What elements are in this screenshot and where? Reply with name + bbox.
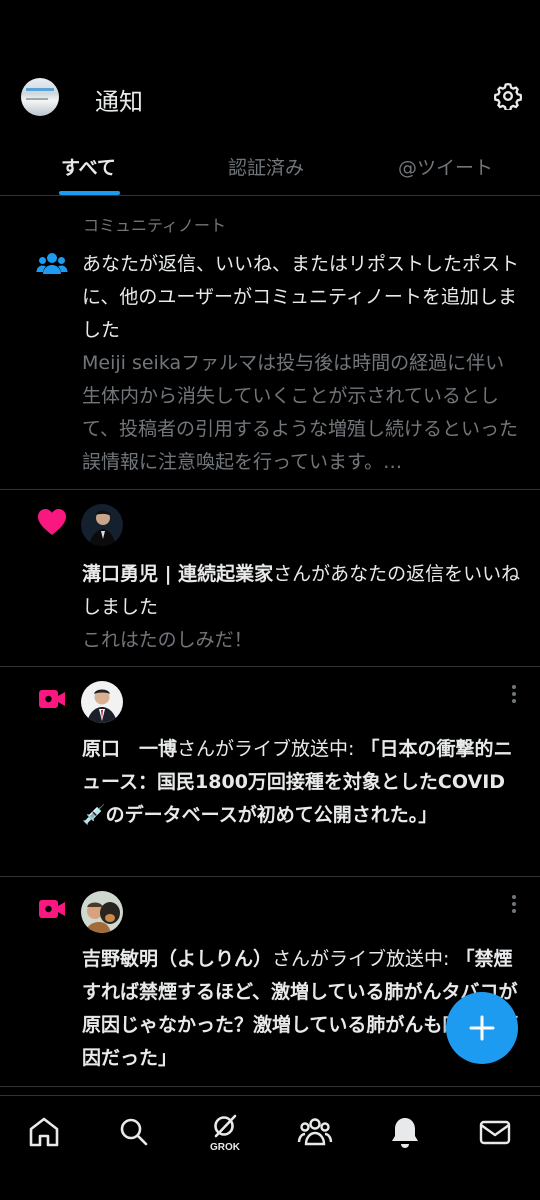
communities-icon[interactable] [297, 1114, 333, 1150]
bottom-navigation: GROK [0, 1095, 540, 1171]
top-header: 通知 [0, 60, 540, 135]
compose-button[interactable] [446, 992, 518, 1064]
grok-icon [214, 1114, 237, 1138]
settings-gear-icon[interactable] [494, 82, 522, 110]
grok-label: GROK [210, 1142, 240, 1153]
notifications-icon[interactable] [387, 1114, 423, 1150]
notification-message: 原口 一博さんがライブ放送中: 「日本の衝撃的ニュース：国民1800万回接種を対… [82, 733, 522, 832]
live-video-icon [39, 900, 65, 918]
notification-message: あなたが返信、いいね、またはリポストしたポストに、他のユーザーがコミュニティノー… [82, 253, 520, 341]
more-options-icon[interactable] [512, 685, 518, 705]
notification-tabs: すべて 認証済み @ツイート [0, 135, 540, 196]
tab-verified[interactable]: 認証済み [228, 153, 304, 180]
grok-nav-item[interactable]: GROK [207, 1112, 243, 1153]
heart-icon [38, 509, 66, 535]
user-avatar[interactable] [81, 504, 123, 546]
search-icon[interactable] [116, 1114, 152, 1150]
notification-action: さんがライブ放送中: [177, 738, 361, 760]
notification-category: コミュニティノート [83, 216, 227, 235]
tab-all[interactable]: すべて [61, 153, 116, 180]
user-avatar[interactable] [81, 891, 123, 933]
community-note-preview: Meiji seikaファルマは投与後は時間の経過に伴い生体内から消失していくこ… [82, 352, 519, 473]
active-tab-indicator [59, 191, 120, 195]
profile-avatar[interactable] [21, 78, 59, 116]
live-video-icon [39, 690, 65, 708]
notification-message: 溝口勇児 | 連続起業家さんがあなたの返信をいいねしました [82, 558, 522, 624]
notification-action: さんがライブ放送中: [272, 948, 456, 970]
user-name[interactable]: 溝口勇児 | 連続起業家 [82, 563, 273, 585]
community-notes-icon [36, 253, 68, 274]
page-title: 通知 [95, 88, 143, 116]
tab-mentions[interactable]: @ツイート [398, 153, 493, 180]
home-icon[interactable] [26, 1114, 62, 1150]
plus-icon [469, 1015, 495, 1041]
user-name[interactable]: 吉野敏明（よしりん） [82, 948, 272, 970]
user-name[interactable]: 原口 一博 [82, 738, 177, 760]
user-avatar[interactable] [81, 681, 123, 723]
notification-item-live[interactable]: 原口 一博さんがライブ放送中: 「日本の衝撃的ニュース：国民1800万回接種を対… [0, 667, 540, 877]
notification-item-like[interactable]: 溝口勇児 | 連続起業家さんがあなたの返信をいいねしました これはたのしみだ！ [0, 490, 540, 667]
more-options-icon[interactable] [512, 895, 518, 915]
liked-reply-preview: これはたのしみだ！ [82, 629, 253, 651]
notification-item-community-note[interactable]: コミュニティノート あなたが返信、いいね、またはリポストしたポストに、他のユーザ… [0, 196, 540, 490]
messages-icon[interactable] [477, 1114, 513, 1150]
